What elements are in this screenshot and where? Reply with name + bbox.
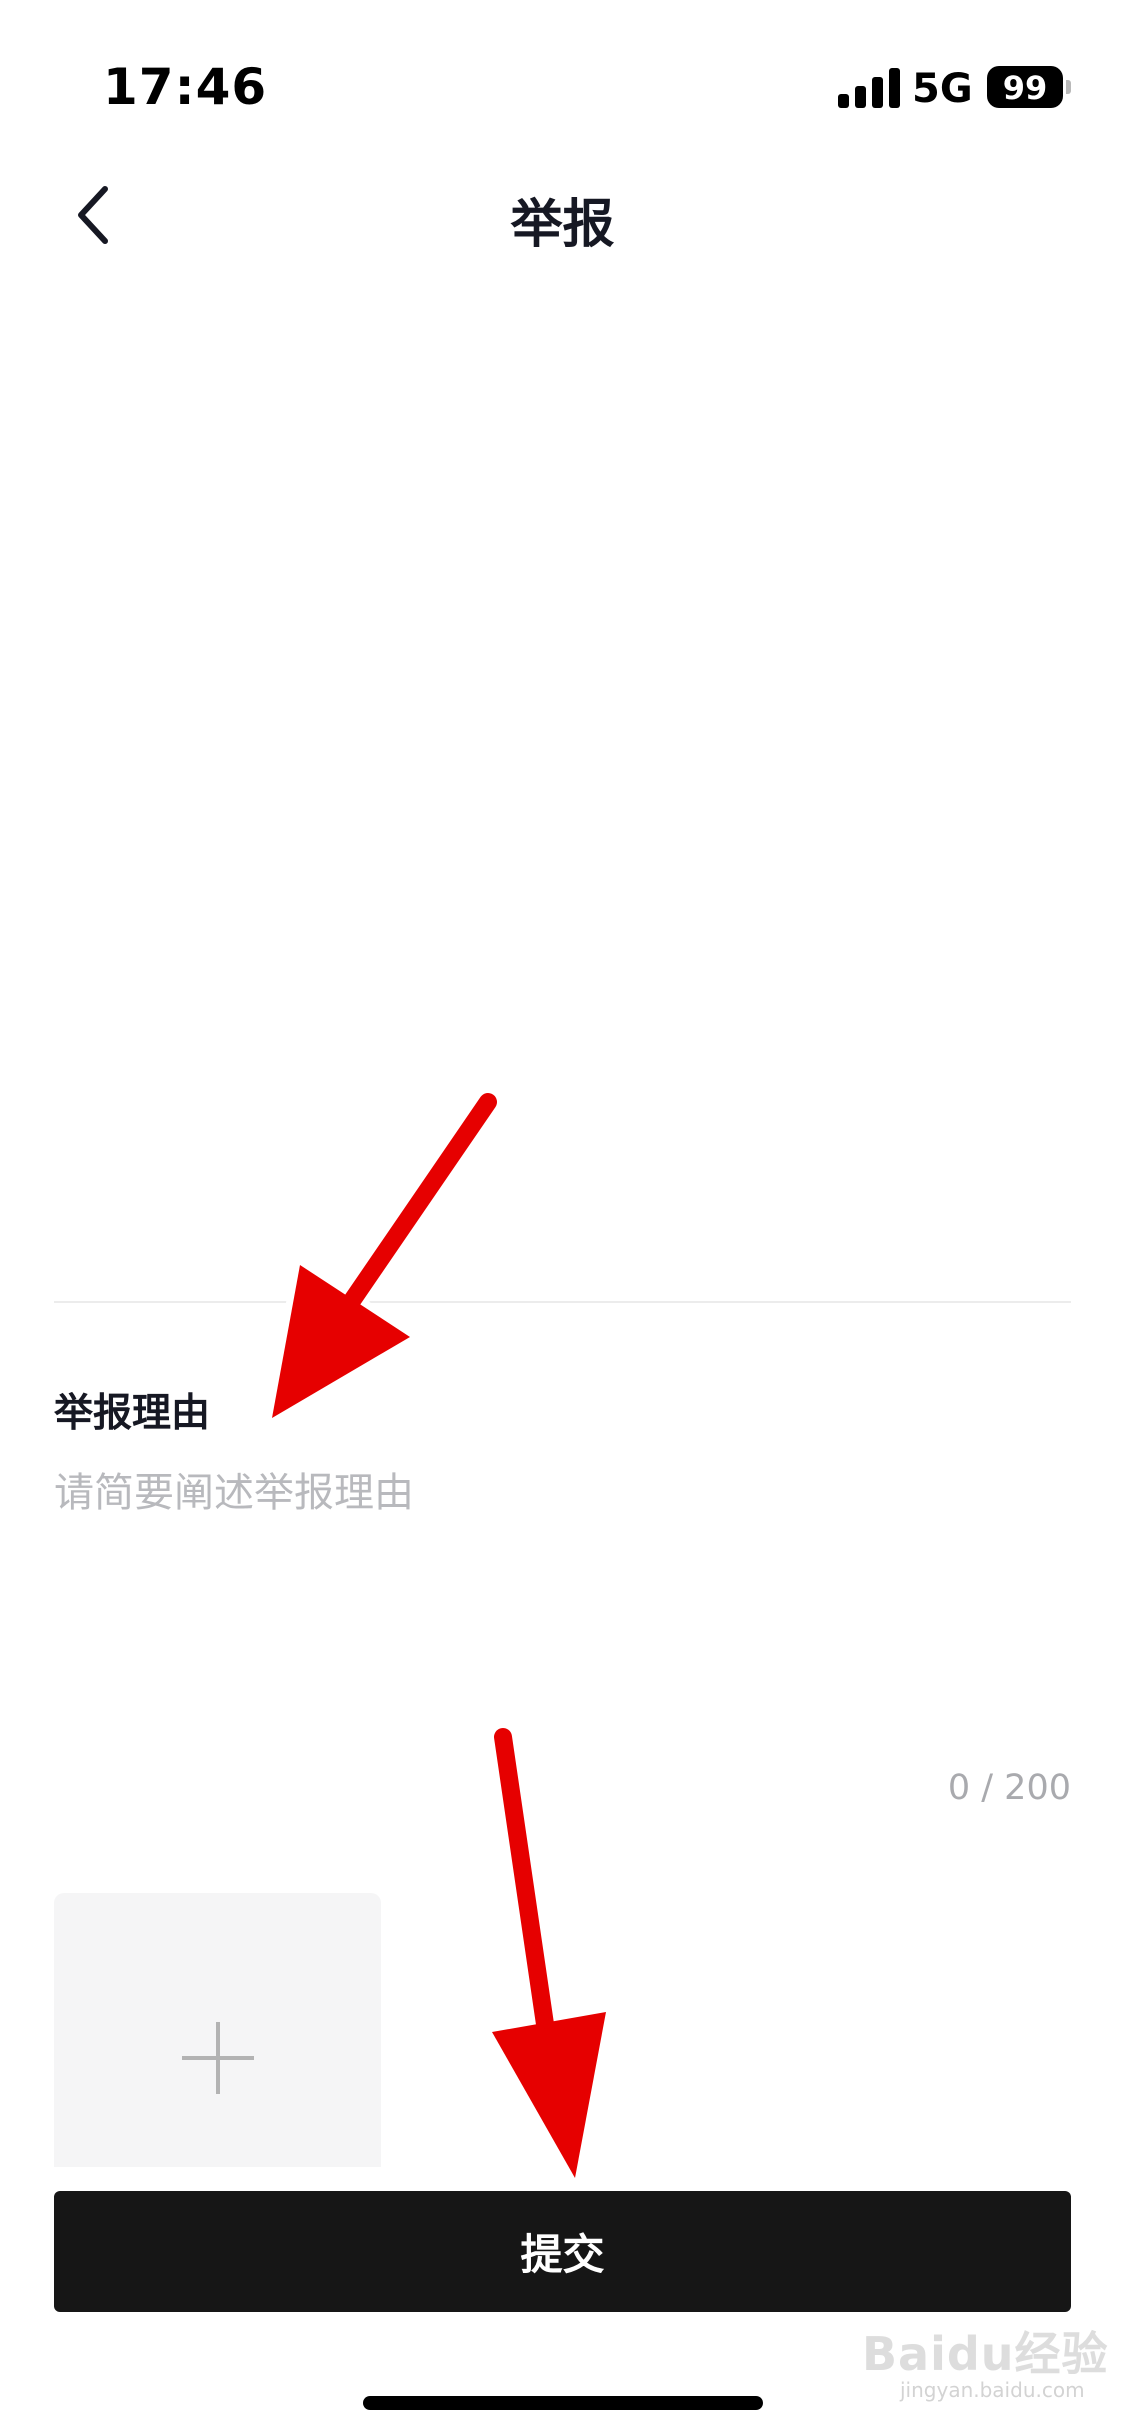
arrow-to-reason-icon <box>265 1087 503 1425</box>
battery-icon: 99 <box>987 66 1063 108</box>
battery-level: 99 <box>1002 69 1048 107</box>
reason-input[interactable] <box>54 1460 1071 1760</box>
watermark-url: jingyan.baidu.com <box>900 2378 1085 2402</box>
reason-label: 举报理由 <box>54 1391 211 1436</box>
battery-tip <box>1066 80 1071 94</box>
add-image-button[interactable] <box>54 1893 381 2167</box>
signal-strength-icon <box>838 68 900 108</box>
char-counter: 0 / 200 <box>947 1768 1071 1808</box>
page-title: 举报 <box>510 195 615 255</box>
watermark-logo: Baidu经验 <box>862 2327 1109 2381</box>
network-type: 5G <box>912 66 973 112</box>
status-time: 17:46 <box>103 58 268 116</box>
section-divider <box>54 1301 1071 1303</box>
home-indicator[interactable] <box>363 2396 763 2410</box>
arrow-to-submit-icon <box>485 1722 613 2185</box>
plus-icon <box>182 2022 254 2094</box>
submit-button[interactable]: 提交 <box>54 2191 1071 2312</box>
